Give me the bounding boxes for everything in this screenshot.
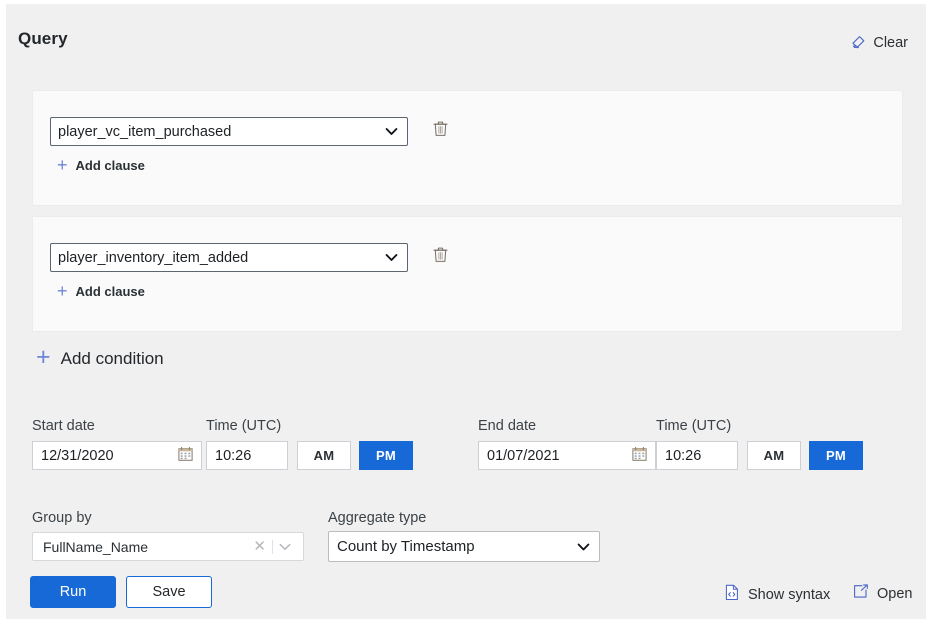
end-date-label: End date — [478, 418, 536, 434]
clear-button[interactable]: Clear — [849, 34, 908, 51]
condition-card: player_inventory_item_added + Add clause — [32, 216, 903, 332]
group-by-select[interactable]: FullName_Name ✕ — [32, 532, 304, 561]
condition-card: player_vc_item_purchased + Add clause — [32, 90, 903, 206]
open-button[interactable]: Open — [853, 584, 912, 603]
group-by-indicators: ✕ — [247, 533, 297, 560]
event-select-value-1: player_inventory_item_added — [58, 250, 248, 266]
eraser-icon — [849, 34, 866, 51]
trash-icon — [433, 246, 448, 268]
group-by-value: FullName_Name — [43, 539, 148, 555]
chevron-down-icon — [577, 538, 590, 555]
add-clause-label-0: Add clause — [76, 158, 145, 173]
aggregate-type-value: Count by Timestamp — [337, 538, 475, 555]
plus-icon: + — [36, 345, 51, 370]
delete-condition-button-1[interactable] — [429, 244, 451, 270]
start-time-label: Time (UTC) — [206, 418, 281, 434]
external-link-icon — [853, 584, 869, 603]
end-date-input[interactable]: 01/07/2021 — [478, 441, 656, 470]
calendar-icon — [632, 446, 647, 465]
end-time-input[interactable]: 10:26 — [656, 441, 738, 470]
start-pm-button[interactable]: PM — [359, 441, 413, 470]
open-label: Open — [877, 586, 912, 602]
chevron-down-icon — [385, 124, 398, 140]
clear-x-icon[interactable]: ✕ — [247, 539, 272, 554]
end-pm-button[interactable]: PM — [809, 441, 863, 470]
show-syntax-button[interactable]: Show syntax — [724, 584, 830, 605]
query-builder-panel: Query Clear player_vc_item_purchased — [6, 4, 926, 619]
delete-condition-button-0[interactable] — [429, 118, 451, 144]
add-clause-label-1: Add clause — [76, 284, 145, 299]
event-select-1[interactable]: player_inventory_item_added — [50, 243, 408, 272]
save-button[interactable]: Save — [126, 576, 212, 608]
plus-icon: + — [57, 156, 68, 174]
aggregate-type-label: Aggregate type — [328, 510, 426, 526]
add-clause-button-0[interactable]: + Add clause — [57, 157, 145, 174]
run-button[interactable]: Run — [30, 576, 116, 608]
clear-label: Clear — [873, 35, 908, 51]
trash-icon — [433, 120, 448, 142]
group-by-label: Group by — [32, 510, 92, 526]
show-syntax-label: Show syntax — [748, 587, 830, 603]
end-am-button[interactable]: AM — [747, 441, 801, 470]
add-condition-button[interactable]: + Add condition — [36, 347, 164, 370]
add-clause-button-1[interactable]: + Add clause — [57, 283, 145, 300]
add-condition-label: Add condition — [61, 349, 164, 369]
start-am-button[interactable]: AM — [297, 441, 351, 470]
code-file-icon — [724, 584, 740, 605]
start-time-input[interactable]: 10:26 — [206, 441, 288, 470]
plus-icon: + — [57, 282, 68, 300]
event-select-value-0: player_vc_item_purchased — [58, 124, 231, 140]
end-time-label: Time (UTC) — [656, 418, 731, 434]
chevron-down-icon — [385, 250, 398, 266]
start-date-label: Start date — [32, 418, 95, 434]
calendar-icon — [178, 446, 193, 465]
query-header: Query Clear — [6, 4, 926, 72]
event-select-0[interactable]: player_vc_item_purchased — [50, 117, 408, 146]
page-title: Query — [18, 29, 68, 49]
aggregate-type-select[interactable]: Count by Timestamp — [328, 531, 600, 562]
start-date-input[interactable]: 12/31/2020 — [32, 441, 202, 470]
chevron-down-icon[interactable] — [273, 543, 297, 551]
